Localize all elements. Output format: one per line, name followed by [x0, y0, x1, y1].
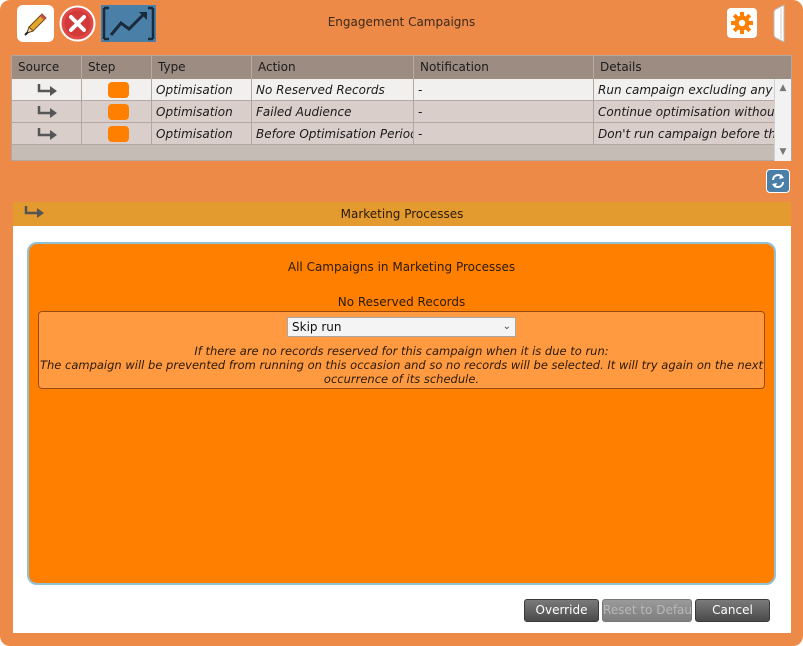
step-indicator — [108, 82, 129, 98]
action-cell: No Reserved Records — [252, 79, 414, 101]
action-select-value: Skip run — [292, 320, 342, 334]
column-header-step[interactable]: Step — [82, 56, 152, 79]
return-arrow-icon — [37, 128, 57, 140]
action-select[interactable]: Skip run ⌄ — [287, 317, 516, 337]
grid-empty-area — [12, 146, 774, 160]
setting-description-line1: If there are no records reserved for thi… — [194, 344, 609, 358]
settings-button[interactable] — [727, 8, 757, 38]
notification-cell: - — [414, 101, 594, 123]
step-cell — [82, 101, 152, 123]
gear-icon — [731, 12, 753, 34]
toolbar: Engagement Campaigns — [0, 0, 803, 48]
refresh-icon — [772, 174, 784, 188]
rules-grid: Source Step Type Action Notification Det… — [11, 55, 792, 161]
column-header-details[interactable]: Details — [594, 56, 791, 79]
scroll-down-icon[interactable]: ▼ — [775, 145, 791, 159]
chevron-down-icon: ⌄ — [502, 321, 511, 332]
source-cell — [12, 79, 82, 101]
reset-to-default-button[interactable]: Reset to Default — [602, 599, 692, 622]
source-cell — [12, 123, 82, 145]
edit-button[interactable] — [17, 5, 54, 42]
column-header-action[interactable]: Action — [252, 56, 414, 79]
action-cell: Before Optimisation Period — [252, 123, 414, 145]
grid-body: Optimisation No Reserved Records - Run c… — [12, 79, 774, 146]
column-header-type[interactable]: Type — [152, 56, 252, 79]
details-cell: Continue optimisation without a c — [598, 105, 774, 119]
trend-chart-icon — [102, 6, 155, 41]
action-cell: Failed Audience — [252, 101, 414, 123]
setting-description-line2: The campaign will be prevented from runn… — [39, 358, 764, 372]
notification-cell: - — [414, 123, 594, 145]
app-window: Engagement Campaigns Source Step Type Ac… — [0, 0, 803, 646]
marketing-processes-panel: Marketing Processes All Campaigns in Mar… — [13, 202, 791, 633]
override-button[interactable]: Override — [524, 599, 599, 622]
step-cell — [82, 79, 152, 101]
details-cell: Run campaign excluding any reco — [598, 83, 774, 97]
grid-header: Source Step Type Action Notification Det… — [12, 56, 791, 79]
scroll-up-icon[interactable]: ▲ — [775, 81, 791, 95]
setting-label: No Reserved Records — [337, 295, 466, 309]
pencil-icon — [24, 13, 47, 36]
type-cell: Optimisation — [152, 79, 252, 101]
setting-description-line3: occurrence of its schedule. — [323, 372, 480, 386]
delete-button[interactable] — [59, 5, 96, 42]
return-arrow-icon — [37, 84, 57, 96]
column-header-notification[interactable]: Notification — [414, 56, 594, 79]
panel-header: Marketing Processes — [13, 202, 791, 226]
campaign-scope-title: All Campaigns in Marketing Processes — [287, 260, 516, 274]
table-row[interactable]: Optimisation No Reserved Records - Run c… — [12, 79, 774, 101]
table-row[interactable]: Optimisation Failed Audience - Continue … — [12, 101, 774, 123]
refresh-button[interactable] — [766, 169, 790, 193]
step-cell — [82, 123, 152, 145]
notification-cell: - — [414, 79, 594, 101]
step-indicator — [108, 126, 129, 142]
panel-handle-icon — [773, 4, 785, 43]
table-row[interactable]: Optimisation Before Optimisation Period … — [12, 123, 774, 145]
campaign-settings-box: All Campaigns in Marketing Processes No … — [27, 242, 776, 585]
panel-title: Marketing Processes — [340, 207, 464, 221]
step-indicator — [108, 104, 129, 120]
page-title: Engagement Campaigns — [327, 15, 476, 29]
type-cell: Optimisation — [152, 123, 252, 145]
analytics-button[interactable] — [101, 5, 156, 42]
type-cell: Optimisation — [152, 101, 252, 123]
details-cell: Don't run campaign before the fir — [598, 127, 774, 141]
column-header-source[interactable]: Source — [12, 56, 82, 79]
source-cell — [12, 101, 82, 123]
cancel-button[interactable]: Cancel — [695, 599, 770, 622]
close-circle-icon — [59, 5, 96, 42]
setting-group: Skip run ⌄ If there are no records reser… — [38, 311, 765, 389]
side-panel-toggle[interactable] — [771, 4, 787, 43]
grid-vertical-scrollbar[interactable]: ▲ ▼ — [774, 79, 791, 161]
return-arrow-icon — [37, 106, 57, 118]
